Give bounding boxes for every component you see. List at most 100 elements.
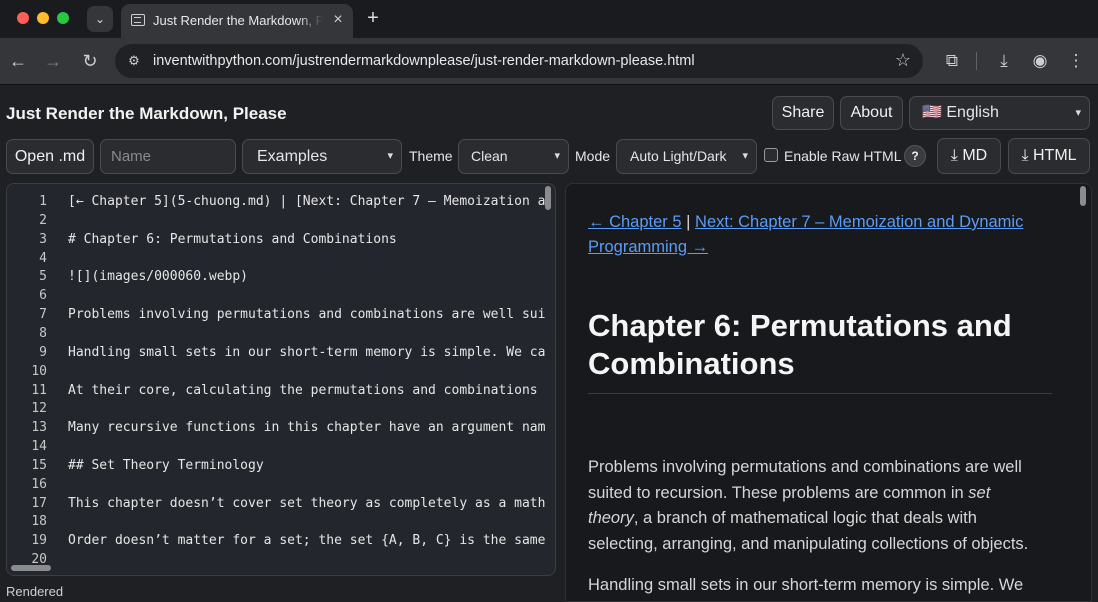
chapter-nav: ← Chapter 5 | Next: Chapter 7 – Memoizat… — [588, 210, 1038, 260]
extensions-puzzle-icon[interactable]: ⧉ — [939, 48, 965, 74]
editor-line[interactable]: 4 — [7, 250, 555, 270]
mode-label: Mode — [575, 148, 611, 164]
editor-line[interactable]: 9 Handling small sets in our short-term m… — [7, 344, 555, 364]
code-text[interactable]: # Chapter 6: Permutations and Combinatio… — [68, 232, 397, 247]
editor-line[interactable]: 10 — [7, 364, 555, 383]
markdown-editor[interactable]: 1 [← Chapter 5](5-chuong.md) | [Next: Cha… — [6, 183, 556, 576]
line-number: 8 — [39, 325, 47, 341]
code-text[interactable]: Many recursive functions in this chapter… — [68, 420, 545, 435]
previous-chapter-link[interactable]: ← Chapter 5 — [588, 213, 682, 231]
editor-line[interactable]: 2 — [7, 213, 555, 232]
editor-line[interactable]: 11 At their core, calculating the permuta… — [7, 382, 555, 402]
maximize-window-button[interactable] — [57, 12, 69, 24]
editor-line[interactable]: 3 # Chapter 6: Permutations and Combinati… — [7, 231, 555, 251]
editor-line[interactable]: 6 — [7, 288, 555, 307]
editor-line[interactable]: 18 — [7, 514, 555, 533]
open-md-button[interactable]: Open .md — [6, 139, 94, 174]
rendered-preview: ← Chapter 5 | Next: Chapter 7 – Memoizat… — [565, 183, 1092, 602]
menu-kebab-icon[interactable]: ⋮ — [1063, 48, 1089, 74]
download-icon[interactable]: ⤓ — [991, 48, 1017, 74]
code-text[interactable]: ## Set Theory Terminology — [68, 458, 264, 473]
browser-tab-bar: ⌄ Just Render the Markdown, Please × + — [0, 0, 1098, 38]
code-text[interactable]: Handling small sets in our short-term me… — [68, 345, 545, 360]
toolbar-border — [0, 84, 1098, 85]
editor-line[interactable]: 15 ## Set Theory Terminology — [7, 457, 555, 477]
paragraph-text: , a branch of mathematical logic that de… — [588, 509, 1029, 553]
about-button[interactable]: About — [840, 96, 903, 130]
paragraph-text: Problems involving permutations and comb… — [588, 458, 1022, 502]
editor-line[interactable]: 17 This chapter doesn’t cover set theory … — [7, 495, 555, 515]
preview-paragraph-2: Handling small sets in our short-term me… — [588, 576, 1024, 594]
line-number: 19 — [31, 533, 47, 549]
editor-line[interactable]: 16 — [7, 477, 555, 496]
editor-line[interactable]: 13 Many recursive functions in this chapt… — [7, 420, 555, 439]
line-number: 1 — [39, 194, 47, 209]
download-html-label: HTML — [1032, 147, 1077, 164]
code-text[interactable]: At their core, calculating the permutati… — [68, 383, 538, 398]
examples-select-value: Examples — [257, 148, 328, 165]
minimize-window-button[interactable] — [37, 12, 49, 24]
new-tab-plus-icon[interactable]: + — [362, 8, 384, 30]
code-text[interactable]: This chapter doesn’t cover set theory as… — [68, 496, 545, 511]
raw-html-checkbox[interactable] — [764, 148, 778, 162]
editor-line[interactable]: 5 ![](images/000060.webp) — [7, 269, 555, 288]
editor-line[interactable]: 8 — [7, 325, 555, 345]
reload-icon[interactable]: ↻ — [78, 49, 102, 73]
chevron-down-icon: ▾ — [387, 150, 393, 162]
download-html-button[interactable]: ⤓ HTML — [1008, 138, 1090, 174]
download-md-button[interactable]: ⤓ MD — [937, 138, 1001, 174]
line-number: 4 — [39, 250, 47, 266]
line-number: 3 — [39, 231, 47, 247]
line-number: 15 — [31, 457, 47, 473]
status-text: Rendered — [6, 584, 64, 599]
raw-html-label[interactable]: Enable Raw HTML — [784, 148, 902, 164]
profile-icon[interactable]: ◉ — [1027, 48, 1053, 74]
line-number: 17 — [31, 495, 47, 511]
download-icon: ⤓ — [950, 147, 958, 164]
line-number: 13 — [31, 420, 47, 436]
download-md-label: MD — [962, 147, 988, 164]
editor-line[interactable]: 20 — [7, 552, 555, 571]
line-number: 5 — [39, 269, 47, 285]
editor-line[interactable]: 14 — [7, 439, 555, 458]
code-text[interactable]: ![](images/000060.webp) — [68, 269, 248, 284]
name-input[interactable] — [100, 139, 236, 174]
back-arrow-icon[interactable]: ← — [6, 49, 30, 73]
browser-tab[interactable]: Just Render the Markdown, Please × — [121, 4, 353, 38]
editor-line[interactable]: 1 [← Chapter 5](5-chuong.md) | [Next: Cha… — [7, 194, 555, 213]
code-text[interactable]: [← Chapter 5](5-chuong.md) | [Next: Chap… — [68, 194, 545, 209]
editor-line[interactable]: 12 — [7, 401, 555, 420]
theme-select[interactable]: Clean ▾ — [458, 139, 569, 174]
editor-line[interactable]: 19 Order doesn’t matter for a set; the se… — [7, 533, 555, 552]
toolbar-divider — [976, 52, 977, 70]
code-text[interactable]: Problems involving permutations and comb… — [68, 307, 545, 322]
download-icon: ⤓ — [1021, 147, 1029, 164]
close-window-button[interactable] — [17, 12, 29, 24]
url-text[interactable]: inventwithpython.com/justrendermarkdownp… — [153, 53, 695, 69]
help-button[interactable]: ? — [904, 145, 926, 167]
editor-vertical-scrollbar[interactable] — [545, 186, 551, 210]
page-favicon-icon — [131, 14, 145, 26]
nav-separator: | — [686, 213, 691, 231]
tab-search-chevron-icon[interactable]: ⌄ — [87, 6, 113, 32]
forward-arrow-icon[interactable]: → — [41, 49, 65, 73]
line-number: 11 — [31, 382, 47, 398]
code-text[interactable]: Order doesn’t matter for a set; the set … — [68, 533, 545, 548]
tab-title: Just Render the Markdown, Please — [153, 13, 323, 28]
site-info-icon[interactable]: ⚙ — [123, 51, 145, 71]
close-tab-icon[interactable]: × — [329, 11, 347, 29]
bookmark-star-icon[interactable]: ☆ — [895, 50, 911, 71]
editor-line[interactable]: 7 Problems involving permutations and com… — [7, 307, 555, 326]
chevron-down-icon: ▾ — [1075, 107, 1081, 119]
language-select-value: 🇺🇸 English — [922, 104, 999, 121]
editor-horizontal-scrollbar[interactable] — [11, 565, 51, 571]
mode-select[interactable]: Auto Light/Dark ▾ — [616, 139, 757, 174]
preview-scrollbar[interactable] — [1080, 186, 1086, 206]
theme-label: Theme — [409, 148, 453, 164]
examples-select[interactable]: Examples ▾ — [242, 139, 402, 174]
share-button[interactable]: Share — [772, 96, 834, 130]
language-select[interactable]: 🇺🇸 English ▾ — [909, 96, 1090, 130]
line-number: 9 — [39, 344, 47, 360]
theme-select-value: Clean — [471, 148, 508, 164]
address-bar[interactable]: ⚙ inventwithpython.com/justrendermarkdow… — [115, 44, 923, 78]
